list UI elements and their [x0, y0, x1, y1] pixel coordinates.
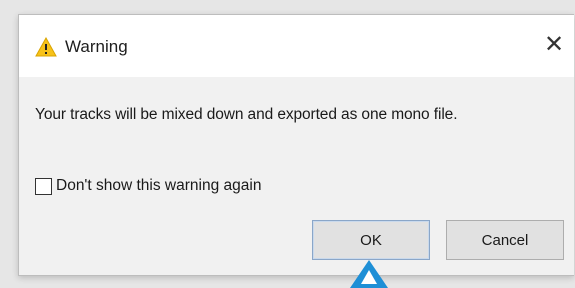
dont-show-again-row[interactable]: Don't show this warning again	[35, 175, 261, 197]
screen: Warning ✕ Your tracks will be mixed down…	[0, 0, 575, 288]
pointer-arrow-icon	[346, 258, 392, 288]
warning-triangle-icon	[35, 36, 57, 57]
dialog-titlebar: Warning ✕	[19, 15, 574, 77]
dialog-title: Warning	[65, 37, 128, 56]
dont-show-again-checkbox[interactable]	[35, 177, 52, 195]
close-icon[interactable]: ✕	[540, 31, 568, 59]
dialog-message: Your tracks will be mixed down and expor…	[35, 106, 458, 123]
ok-button[interactable]: OK	[312, 220, 430, 260]
cancel-button[interactable]: Cancel	[446, 220, 564, 260]
dont-show-again-label[interactable]: Don't show this warning again	[56, 177, 261, 195]
warning-dialog: Warning ✕ Your tracks will be mixed down…	[18, 14, 574, 276]
